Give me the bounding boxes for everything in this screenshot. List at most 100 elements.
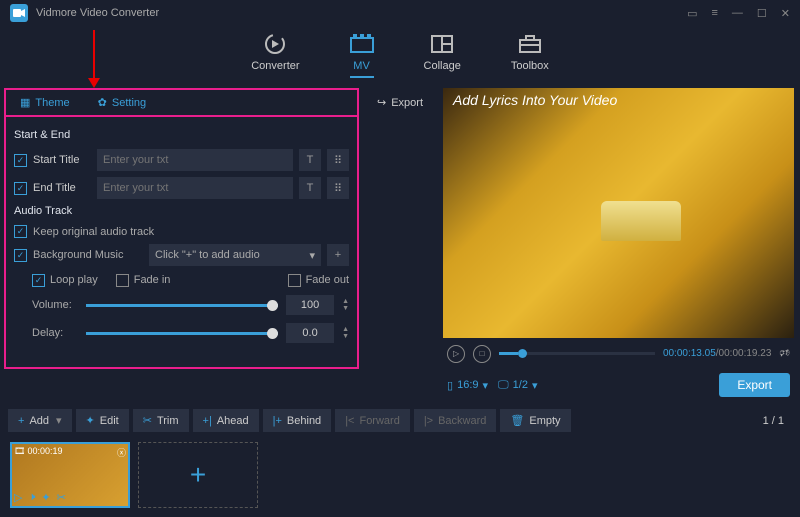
timeline-toolbar: +Add▾ ✦Edit ✂Trim +|Ahead |+Behind |<For… <box>0 401 800 436</box>
end-title-input[interactable] <box>97 177 293 199</box>
startend-label: Start & End <box>14 129 349 141</box>
theme-icon: ▦ <box>20 96 30 109</box>
fadeout-label: Fade out <box>306 274 349 287</box>
cut-icon[interactable]: ✂ <box>57 491 66 504</box>
remove-clip-icon[interactable]: ⓧ <box>117 446 126 459</box>
add-clip-button[interactable]: + <box>138 442 258 508</box>
fadein-label: Fade in <box>134 274 171 287</box>
aspect-ratio-select[interactable]: ▯16:9▾ <box>447 379 488 392</box>
tab-export[interactable]: ↪ Export <box>363 90 437 115</box>
play-icon[interactable]: ▷ <box>14 491 22 504</box>
start-title-checkbox[interactable]: ✓ <box>14 154 27 167</box>
nav-mv[interactable]: MV <box>350 32 374 78</box>
nav-collage[interactable]: Collage <box>424 32 461 78</box>
converter-icon <box>263 32 287 56</box>
app-logo-icon <box>10 4 28 22</box>
add-button[interactable]: +Add▾ <box>8 409 72 432</box>
delay-label: Delay: <box>32 327 78 339</box>
volume-label: Volume: <box>32 299 78 311</box>
mute-icon[interactable]: 🕨 <box>28 491 35 504</box>
tab-label: Setting <box>112 97 146 109</box>
top-nav: Converter MV Collage Toolbox <box>0 26 800 88</box>
lyrics-overlay: Add Lyrics Into Your Video <box>453 92 617 108</box>
trash-icon: 🗑 <box>510 414 524 427</box>
screen-select[interactable]: 🖵1/2▾ <box>498 379 537 392</box>
feedback-icon[interactable]: ▭ <box>687 7 697 20</box>
minimize-icon[interactable]: — <box>732 7 743 20</box>
screen-icon: 🖵 <box>498 379 509 392</box>
nav-label: Toolbox <box>511 60 549 72</box>
ahead-button[interactable]: +|Ahead <box>193 409 259 432</box>
aspect-icon: ▯ <box>447 379 453 392</box>
wand-icon: ✦ <box>86 414 95 427</box>
audiotrack-label: Audio Track <box>14 205 349 217</box>
video-preview: Add Lyrics Into Your Video <box>443 88 794 338</box>
fadeout-checkbox[interactable]: ✓ <box>288 274 301 287</box>
progress-bar[interactable] <box>499 352 655 355</box>
maximize-icon[interactable]: ☐ <box>757 7 767 20</box>
keep-original-checkbox[interactable]: ✓ <box>14 225 27 238</box>
chevron-down-icon: ▾ <box>483 379 489 392</box>
gear-icon: ✿ <box>98 96 107 109</box>
bg-music-label: Background Music <box>33 249 143 261</box>
collage-icon <box>430 32 454 56</box>
time-display: 00:00:13.05/00:00:19.23 <box>663 348 771 359</box>
backward-button[interactable]: |>Backward <box>414 409 497 432</box>
play-button[interactable]: ▷ <box>447 345 465 363</box>
tab-label: Export <box>391 97 423 109</box>
menu-icon[interactable]: ≡ <box>711 7 717 20</box>
delay-spinner[interactable]: ▲▼ <box>342 326 349 340</box>
ahead-icon: +| <box>203 415 212 427</box>
clip-duration: 00:00:19 <box>27 446 62 459</box>
tab-setting[interactable]: ✿ Setting <box>84 90 160 115</box>
app-title: Vidmore Video Converter <box>36 7 159 19</box>
clip-thumbnail[interactable]: 🎞00:00:19 ⓧ ▷ 🕨 ✦ ✂ <box>10 442 130 508</box>
volume-icon[interactable]: 🕫 <box>779 344 790 363</box>
loop-checkbox[interactable]: ✓ <box>32 274 45 287</box>
bg-music-checkbox[interactable]: ✓ <box>14 249 27 262</box>
delay-slider[interactable] <box>86 332 278 335</box>
delay-value[interactable]: 0.0 <box>286 323 334 343</box>
scissors-icon: ✂ <box>143 414 152 427</box>
nav-toolbox[interactable]: Toolbox <box>511 32 549 78</box>
settings-panel: Start & End ✓ Start Title T ⠿ ✓ End Titl… <box>4 117 359 369</box>
forward-icon: |< <box>345 415 354 427</box>
volume-spinner[interactable]: ▲▼ <box>342 298 349 312</box>
tab-theme[interactable]: ▦ Theme <box>6 90 84 115</box>
video-content <box>601 201 681 241</box>
fadein-checkbox[interactable]: ✓ <box>116 274 129 287</box>
add-audio-button[interactable]: + <box>327 244 349 266</box>
start-title-input[interactable] <box>97 149 293 171</box>
text-style-button[interactable]: T <box>299 149 321 171</box>
text-style-button[interactable]: T <box>299 177 321 199</box>
tab-label: Theme <box>35 97 69 109</box>
backward-icon: |> <box>424 415 433 427</box>
export-icon: ↪ <box>377 96 386 109</box>
star-icon[interactable]: ✦ <box>41 491 50 504</box>
chevron-down-icon: ▾ <box>532 379 538 392</box>
export-button[interactable]: Export <box>719 373 790 397</box>
stop-button[interactable]: □ <box>473 345 491 363</box>
nav-converter[interactable]: Converter <box>251 32 299 78</box>
film-icon: 🎞 <box>14 446 25 459</box>
behind-icon: |+ <box>273 415 282 427</box>
expand-button[interactable]: ⠿ <box>327 177 349 199</box>
plus-icon: + <box>18 415 24 427</box>
volume-value[interactable]: 100 <box>286 295 334 315</box>
nav-label: MV <box>353 60 370 72</box>
end-title-checkbox[interactable]: ✓ <box>14 182 27 195</box>
close-icon[interactable]: ✕ <box>781 7 790 20</box>
bg-music-dropdown[interactable]: Click "+" to add audio▾ <box>149 244 321 266</box>
trim-button[interactable]: ✂Trim <box>133 409 189 432</box>
expand-button[interactable]: ⠿ <box>327 149 349 171</box>
volume-slider[interactable] <box>86 304 278 307</box>
start-title-label: Start Title <box>33 154 91 166</box>
edit-button[interactable]: ✦Edit <box>76 409 129 432</box>
keep-original-label: Keep original audio track <box>33 226 154 238</box>
forward-button[interactable]: |<Forward <box>335 409 410 432</box>
titlebar: Vidmore Video Converter ▭ ≡ — ☐ ✕ <box>0 0 800 26</box>
behind-button[interactable]: |+Behind <box>263 409 332 432</box>
playback-bar: ▷ □ 00:00:13.05/00:00:19.23 🕫 <box>443 338 794 369</box>
empty-button[interactable]: 🗑Empty <box>500 409 570 432</box>
timeline-thumbs: 🎞00:00:19 ⓧ ▷ 🕨 ✦ ✂ + <box>0 436 800 514</box>
